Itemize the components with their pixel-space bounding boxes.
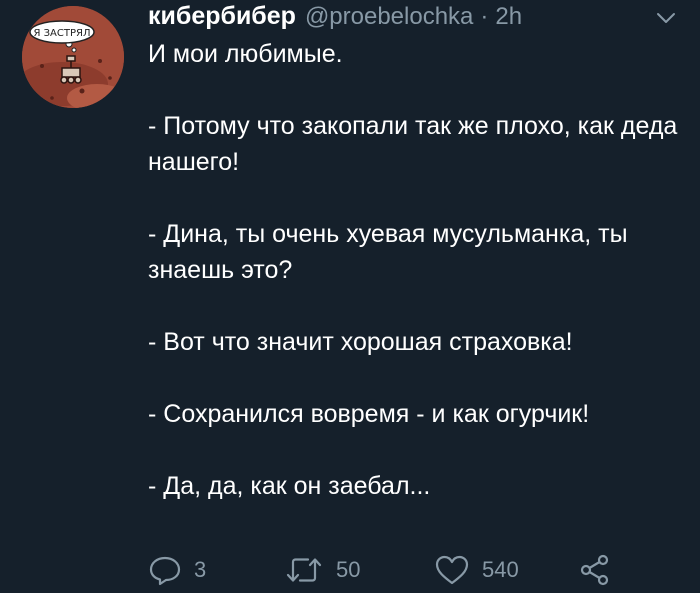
retweet-count: 50 [336,557,361,582]
like-button[interactable]: 540 [434,550,519,590]
user-handle[interactable]: @proebelochka [305,1,473,33]
tweet-header: кибербибер @proebelochka · 2h [148,0,522,32]
reply-icon [149,556,181,586]
avatar-badge-text: Я ЗАСТРЯЛ [34,28,91,39]
share-icon [580,554,609,586]
tweet-paragraph: И мои любимые. [148,40,343,68]
tweet: Я ЗАСТРЯЛ кибербибер @proebelochka · 2h … [0,0,700,593]
tweet-paragraph: - Дина, ты очень хуевая мусульманка, ты … [148,220,628,284]
avatar[interactable]: Я ЗАСТРЯЛ [22,6,124,108]
tweet-paragraph: - Сохранился вовремя - и как огурчик! [148,400,590,428]
avatar-image: Я ЗАСТРЯЛ [22,6,124,108]
timestamp[interactable]: 2h [495,1,522,33]
separator-dot: · [480,3,489,30]
tweet-paragraph: - Вот что значит хорошая страховка! [148,328,573,356]
heart-icon [435,555,469,585]
retweet-button[interactable]: 50 [284,550,360,590]
chevron-down-icon [657,13,675,23]
reply-button[interactable]: 3 [148,550,206,590]
share-button[interactable] [578,550,612,590]
tweet-actions: 3 50 540 [0,550,700,590]
reply-count: 3 [194,557,207,582]
display-name[interactable]: кибербибер [148,0,296,32]
tweet-paragraph: - Да, да, как он заебал... [148,472,431,500]
tweet-text: И мои любимые. - Потому что закопали так… [148,36,678,504]
more-options-button[interactable] [654,6,678,30]
retweet-icon [286,558,322,582]
like-count: 540 [482,557,519,582]
tweet-paragraph: - Потому что закопали так же плохо, как … [148,112,678,176]
